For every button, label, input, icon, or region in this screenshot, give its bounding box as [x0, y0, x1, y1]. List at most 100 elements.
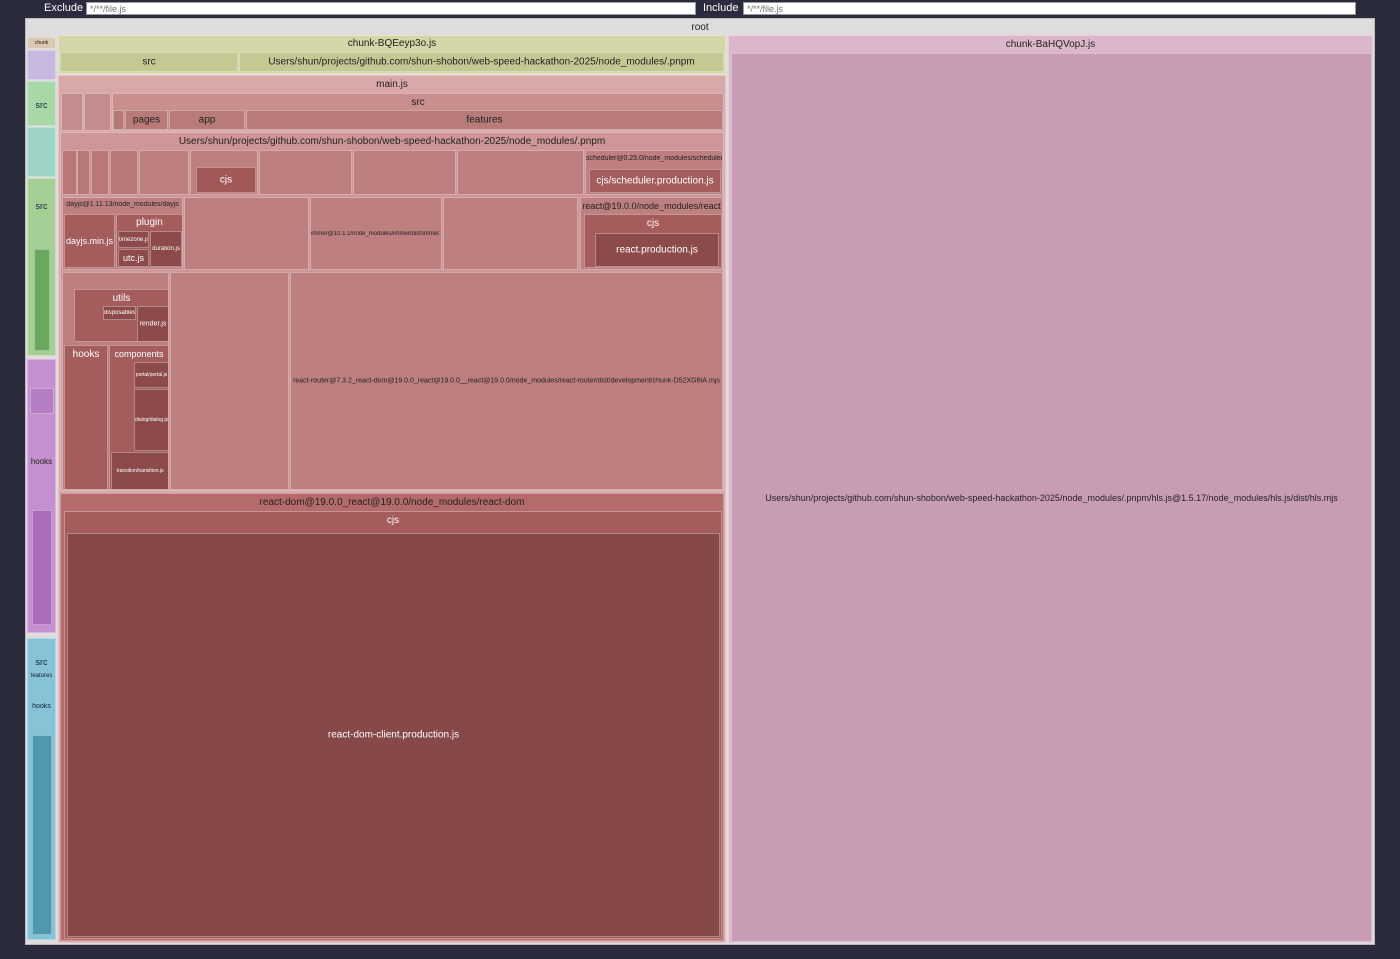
module-box[interactable]	[32, 510, 52, 625]
app-label: app	[198, 114, 216, 126]
chunk-bq-src[interactable]: src	[60, 52, 238, 72]
root-label: root	[691, 22, 709, 33]
dayjs-package[interactable]: dayjs@1.11.13/node_modules/dayjs dayjs.m…	[62, 197, 183, 270]
dialog-label: dialog/dialog.js	[135, 417, 168, 423]
hooks-label: hooks	[72, 349, 100, 360]
plugin-label: plugin	[136, 217, 163, 228]
main-small-2[interactable]	[84, 93, 111, 131]
pnpm-module-h[interactable]	[353, 150, 456, 195]
react-package[interactable]: react@19.0.0/node_modules/react cjs reac…	[580, 197, 723, 270]
small-chunk-3[interactable]: src	[27, 81, 56, 126]
react-pkg-label: react@19.0.0/node_modules/react	[582, 201, 721, 211]
pages-folder[interactable]: pages	[125, 110, 168, 130]
dialog-file[interactable]: dialog/dialog.js	[134, 389, 168, 451]
pnpm-module-m[interactable]	[170, 272, 289, 490]
main-src-mini[interactable]	[113, 110, 124, 130]
utc-file[interactable]: utc.js	[118, 249, 149, 267]
small-chunk-1[interactable]: chunk	[27, 37, 56, 49]
chunk-bq-pnpm[interactable]: Users/shun/projects/github.com/shun-shob…	[239, 52, 724, 72]
small-chunk-2[interactable]	[27, 50, 56, 80]
react-production-file[interactable]: react.production.js	[595, 233, 719, 267]
utils-folder[interactable]: utils disposables.js render.js	[74, 289, 168, 342]
pnpm-module-l[interactable]: utils disposables.js render.js hooks com…	[62, 272, 169, 490]
small-chunk-6[interactable]: hooks	[27, 359, 56, 633]
timezone-file[interactable]: timezone.js	[118, 231, 149, 248]
timezone-label: timezone.js	[119, 236, 148, 243]
include-label: Include	[703, 2, 739, 14]
pnpm-module-j[interactable]	[184, 197, 309, 270]
dayjs-min-label: dayjs.min.js	[65, 236, 113, 246]
render-file[interactable]: render.js	[137, 306, 168, 341]
left-features-label: features	[30, 673, 53, 679]
chunk-ba[interactable]: chunk-BaHQVopJ.js Users/shun/projects/gi…	[728, 35, 1373, 943]
small-chunk-4[interactable]	[27, 127, 56, 177]
immer-package[interactable]: immer@10.1.1/node_modules/immer/dist/imm…	[310, 197, 442, 270]
chunk-bq[interactable]: chunk-BQEeyp3o.js src Users/shun/project…	[58, 35, 726, 74]
pnpm-module-d[interactable]	[110, 150, 138, 195]
components-folder[interactable]: components portal/portal.js dialog/dialo…	[109, 345, 168, 489]
hls-label: Users/shun/projects/github.com/shun-shob…	[765, 492, 1338, 503]
cjs-folder-a[interactable]: cjs	[196, 167, 256, 193]
exclude-label: Exclude	[44, 2, 84, 14]
react-cjs-label: cjs	[646, 218, 660, 229]
react-router-file[interactable]: react-router@7.3.2_react-dom@19.0.0_reac…	[290, 272, 723, 490]
portal-label: portal/portal.js	[135, 372, 168, 378]
chunk-bq-src-label: src	[142, 56, 156, 68]
module-box[interactable]	[30, 388, 54, 414]
main-js-label: main.js	[376, 79, 408, 90]
hls-file[interactable]: Users/shun/projects/github.com/shun-shob…	[731, 53, 1372, 942]
main-pnpm-label: Users/shun/projects/github.com/shun-shob…	[178, 136, 606, 147]
pnpm-module-a[interactable]	[62, 150, 77, 195]
pnpm-module-f[interactable]: cjs	[190, 150, 258, 195]
pnpm-module-g[interactable]	[259, 150, 352, 195]
features-folder[interactable]: features	[246, 110, 723, 130]
cjs-a-label: cjs	[219, 174, 233, 186]
utc-label: utc.js	[122, 253, 144, 263]
pnpm-module-i[interactable]	[457, 150, 584, 195]
disposables-file[interactable]: disposables.js	[103, 306, 136, 320]
plugin-folder[interactable]: plugin timezone.js utc.js duration.js	[116, 214, 182, 268]
dayjs-min-file[interactable]: dayjs.min.js	[64, 214, 115, 268]
left-hooks-2-label: hooks	[32, 703, 51, 710]
features-label: features	[466, 114, 503, 126]
disposables-label: disposables.js	[104, 310, 135, 316]
main-small-1[interactable]	[61, 93, 83, 131]
scheduler-package[interactable]: scheduler@0.25.0/node_modules/scheduler …	[585, 150, 723, 195]
left-src-1-label: src	[35, 100, 48, 110]
small-chunk-label: chunk	[34, 40, 49, 46]
scheduler-label: scheduler@0.25.0/node_modules/scheduler	[586, 155, 722, 162]
dayjs-label: dayjs@1.11.13/node_modules/dayjs	[66, 201, 179, 208]
transition-file[interactable]: transition/transition.js	[111, 452, 168, 489]
left-src-3-label: src	[35, 657, 48, 667]
duration-label: duration.js	[152, 246, 180, 252]
transition-label: transition/transition.js	[116, 468, 164, 474]
small-chunk-7[interactable]: src features hooks	[27, 638, 56, 940]
react-dom-package[interactable]: react-dom@19.0.0_react@19.0.0/node_modul…	[60, 493, 724, 941]
pnpm-module-b[interactable]	[77, 150, 90, 195]
module-box[interactable]	[32, 735, 52, 935]
module-box[interactable]	[34, 249, 50, 351]
scheduler-cjs-label: cjs/scheduler.production.js	[596, 175, 714, 187]
scheduler-cjs-file[interactable]: cjs/scheduler.production.js	[589, 169, 721, 193]
utils-label: utils	[112, 293, 131, 304]
chunk-ba-label: chunk-BaHQVopJ.js	[1005, 39, 1096, 50]
react-router-label: react-router@7.3.2_react-dom@19.0.0_reac…	[293, 377, 720, 385]
small-chunk-5[interactable]: src	[27, 178, 56, 356]
chunk-bq-pnpm-label: Users/shun/projects/github.com/shun-shob…	[268, 56, 695, 68]
react-cjs-folder[interactable]: cjs react.production.js	[584, 214, 722, 268]
app-folder[interactable]: app	[169, 110, 245, 130]
react-dom-cjs-label: cjs	[386, 515, 400, 526]
exclude-input[interactable]	[86, 2, 696, 15]
pnpm-module-c[interactable]	[91, 150, 109, 195]
pnpm-module-k[interactable]	[443, 197, 578, 270]
react-dom-client-file[interactable]: react-dom-client.production.js	[67, 533, 720, 937]
render-label: render.js	[139, 320, 167, 328]
react-dom-cjs-folder[interactable]: cjs react-dom-client.production.js	[64, 511, 722, 939]
react-dom-pkg-label: react-dom@19.0.0_react@19.0.0/node_modul…	[259, 497, 525, 508]
react-prod-label: react.production.js	[616, 244, 698, 256]
duration-file[interactable]: duration.js	[150, 231, 182, 267]
hooks-folder[interactable]: hooks	[64, 345, 108, 489]
portal-file[interactable]: portal/portal.js	[134, 362, 168, 388]
pnpm-module-e[interactable]	[139, 150, 189, 195]
include-input[interactable]	[743, 2, 1356, 15]
